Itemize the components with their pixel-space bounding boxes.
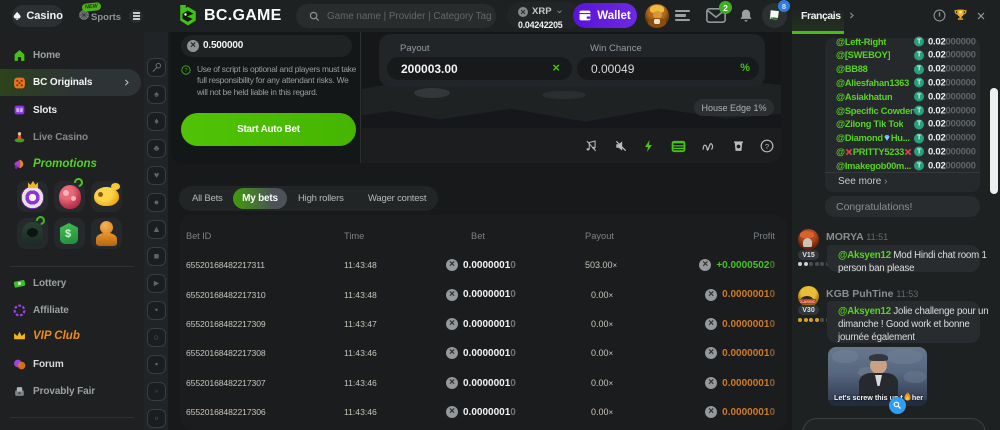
svg-text:?: ? <box>184 68 188 74</box>
svg-text:?: ? <box>765 142 769 151</box>
